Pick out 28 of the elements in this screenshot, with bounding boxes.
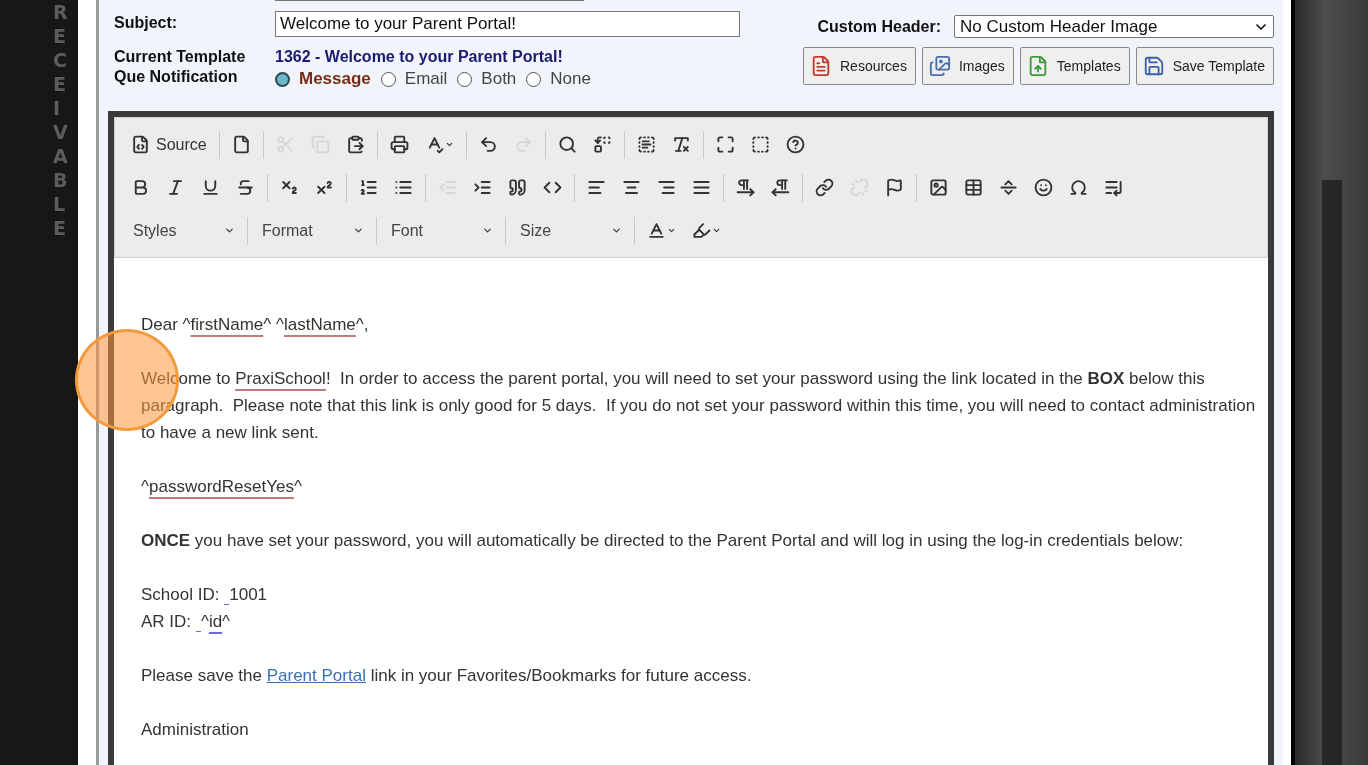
radio-label[interactable]: None	[550, 69, 591, 89]
field-label: Subject:	[114, 13, 179, 33]
link[interactable]: Parent Portal	[266, 666, 366, 685]
radio-label[interactable]: Message	[299, 69, 371, 89]
toolbar-button[interactable]: Source	[127, 130, 211, 159]
body-text: ONCE you have set your password, you will automatically be directed to the Parent Portal and will log in using the log-in credentials below:	[141, 530, 1185, 552]
action-button[interactable]: Resources	[803, 47, 916, 85]
toolbar-dropdown[interactable]: Size	[514, 216, 626, 245]
body-text: Dear ^firstName^ ^lastName^,	[141, 314, 370, 336]
action-button[interactable]: Save Template	[1135, 47, 1274, 85]
header-select[interactable]: No Custom Header Image	[954, 15, 1274, 38]
toolbar-dropdown[interactable]: Format	[256, 216, 368, 245]
action-button[interactable]: Templates	[1019, 47, 1130, 85]
toolbar-dropdown[interactable]: Styles	[127, 216, 239, 245]
radio-label[interactable]: Both	[481, 69, 517, 89]
field-label: Current Template	[114, 47, 247, 67]
vertical-label: RECEIVABLE	[53, 0, 69, 240]
radio-label[interactable]: Email	[404, 69, 448, 89]
body-text: Please save the Parent Portal link in your Favorites/Bookmarks for future access.	[141, 665, 753, 687]
action-button[interactable]: Images	[921, 47, 1014, 85]
body-text: ^passwordResetYes^	[141, 476, 303, 498]
body-text: Administration	[141, 719, 250, 741]
toolbar-dropdown[interactable]: Font	[385, 216, 497, 245]
body-text: School ID: 1001 AR ID: ^id^	[141, 584, 269, 634]
subject-field[interactable]: Welcome to your Parent Portal!	[275, 11, 740, 37]
field-label: Custom Header:	[817, 16, 941, 37]
field-label: Que Notification	[114, 67, 239, 87]
template-name: 1362 - Welcome to your Parent Portal!	[275, 47, 564, 67]
